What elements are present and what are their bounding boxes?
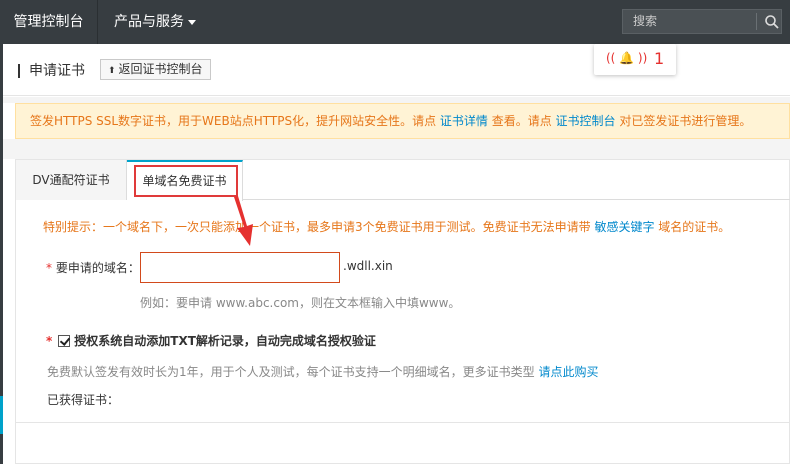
divider: [16, 422, 790, 423]
validity-note: 免费默认签发有效时长为1年，用于个人及测试，每个证书支持一个明细域名，更多证书类…: [47, 363, 598, 380]
chevron-down-icon: [188, 19, 196, 25]
banner-text-2: 查看。请点: [487, 114, 556, 128]
tab-bar: DV通配符证书 单域名免费证书: [16, 160, 790, 201]
cert-console-link[interactable]: 证书控制台: [556, 114, 616, 128]
search-divider: [756, 13, 757, 30]
domain-input[interactable]: [140, 252, 340, 283]
domain-label: * 要申请的域名：: [46, 259, 140, 276]
sidebar-active-marker: [0, 396, 3, 434]
tab-dv-wildcard[interactable]: DV通配符证书: [16, 160, 127, 200]
back-to-console-button[interactable]: ⬆ 返回证书控制台: [100, 59, 211, 80]
top-nav-bar: 管理控制台 产品与服务 搜索: [0, 0, 790, 44]
obtained-cert-label: 已获得证书：: [47, 393, 120, 407]
left-sidebar-strip: [0, 44, 3, 464]
products-menu-label: 产品与服务: [114, 14, 184, 30]
banner-text-1: 签发HTTPS SSL数字证书，用于WEB站点HTTPS化，提升网站安全性。请点: [30, 114, 440, 128]
spacer: [3, 139, 790, 159]
sensitive-keyword-link[interactable]: 敏感关键字: [594, 220, 654, 234]
search-box[interactable]: 搜索: [622, 9, 782, 34]
domain-suffix: .wdll.xin: [343, 259, 393, 273]
cert-form-panel: DV通配符证书 单域名免费证书 特别提示：一个域名下，一次只能添加一个证书，最多…: [15, 159, 790, 464]
domain-label-text: 要申请的域名：: [55, 261, 140, 275]
info-banner: 签发HTTPS SSL数字证书，用于WEB站点HTTPS化，提升网站安全性。请点…: [15, 103, 790, 139]
bell-icon: (( 🔔 )): [606, 51, 648, 65]
auth-checkbox[interactable]: [58, 334, 71, 347]
notification-count: 1: [654, 49, 665, 68]
back-button-label: 返回证书控制台: [118, 62, 203, 76]
search-input[interactable]: 搜索: [633, 10, 657, 33]
title-bar-marker: [18, 64, 20, 78]
required-marker: *: [46, 333, 53, 348]
console-home-link[interactable]: 管理控制台: [0, 0, 98, 44]
products-services-menu[interactable]: 产品与服务: [99, 0, 211, 44]
required-marker: *: [46, 261, 56, 275]
arrow-up-icon: ⬆: [108, 66, 116, 76]
buy-more-link[interactable]: 请点此购买: [538, 365, 598, 379]
special-notice: 特别提示：一个域名下，一次只能添加一个证书，最多申请3个免费证书用于测试。免费证…: [43, 218, 730, 235]
cert-detail-link[interactable]: 证书详情: [440, 114, 488, 128]
auth-label[interactable]: 授权系统自动添加TXT解析记录，自动完成域名授权验证: [74, 332, 376, 349]
notice-text: 特别提示：一个域名下，一次只能添加一个证书，最多申请3个免费证书用于测试。免费证…: [43, 220, 595, 234]
notification-popup[interactable]: (( 🔔 )) 1: [594, 44, 676, 75]
page-title: 申请证书: [29, 63, 85, 79]
validity-text: 免费默认签发有效时长为1年，用于个人及测试，每个证书支持一个明细域名，更多证书类…: [47, 365, 539, 379]
highlight-box: [134, 165, 238, 197]
notice-tail: 域名的证书。: [654, 220, 731, 234]
banner-text-3: 对已签发证书进行管理。: [615, 114, 752, 128]
auth-option: * 授权系统自动添加TXT解析记录，自动完成域名授权验证: [46, 332, 376, 349]
domain-example: 例如：要申请 www.abc.com，则在文本框输入中填www。: [140, 296, 461, 310]
search-icon[interactable]: [764, 14, 780, 30]
